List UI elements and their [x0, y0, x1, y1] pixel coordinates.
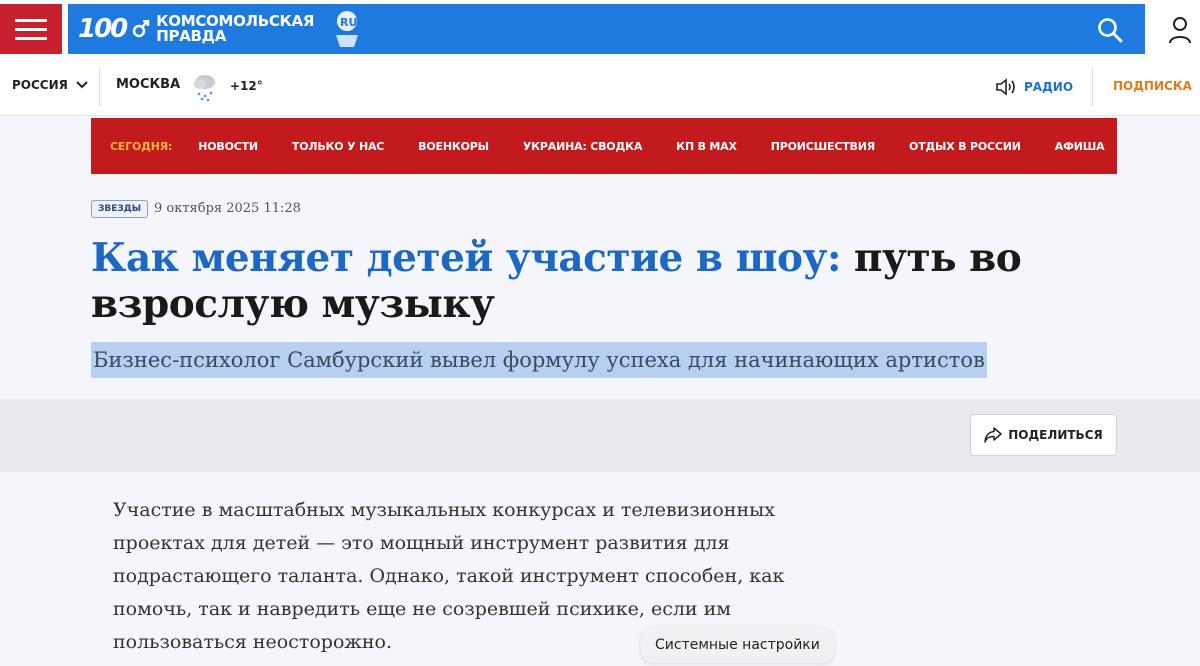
logo-badge: 100 [78, 14, 128, 44]
system-settings-tooltip: Системные настройки [641, 627, 834, 663]
nav-item-incidents[interactable]: ПРОИСШЕСТВИЯ [771, 140, 875, 153]
logo-text: Комсомольская правда [156, 14, 314, 44]
publish-date: 9 октября 2025 11:28 [154, 201, 301, 216]
site-logo[interactable]: 100 Комсомольская правда RU [78, 9, 362, 49]
nav-item-war-correspondents[interactable]: ВОЕНКОРЫ [418, 140, 489, 153]
article-subheadline: Бизнес-психолог Самбурский вывел формулу… [91, 342, 987, 378]
section-nav: СЕГОДНЯ: НОВОСТИ ТОЛЬКО У НАС ВОЕНКОРЫ У… [91, 118, 1117, 174]
hamburger-icon-line [15, 27, 47, 31]
category-tag[interactable]: ЗВЕЗДЫ [91, 200, 149, 218]
nav-item-exclusive[interactable]: ТОЛЬКО У НАС [292, 140, 384, 153]
hamburger-icon [15, 18, 47, 22]
hamburger-menu-button[interactable] [0, 4, 62, 54]
divider [99, 68, 100, 106]
nav-item-afisha[interactable]: АФИША [1055, 140, 1105, 153]
radio-label: РАДИО [1024, 80, 1074, 94]
nav-today-label: СЕГОДНЯ: [110, 139, 173, 153]
share-button[interactable]: ПОДЕЛИТЬСЯ [970, 414, 1117, 456]
divider [1092, 68, 1093, 106]
info-bar: РОССИЯ МОСКВА +12° РАДИО ПОДПИСКА [0, 58, 1200, 116]
region-label: РОССИЯ [12, 78, 68, 92]
radio-button[interactable]: РАДИО [996, 78, 1073, 96]
user-account-button[interactable] [1162, 12, 1198, 48]
hamburger-icon-line [15, 36, 47, 40]
share-arrow-icon [984, 427, 1002, 443]
share-label: ПОДЕЛИТЬСЯ [1008, 428, 1103, 442]
article-headline: Как меняет детей участие в шоу: путь во … [91, 235, 1131, 327]
user-icon [1169, 17, 1191, 44]
temperature: +12° [230, 79, 263, 93]
subscribe-link[interactable]: ПОДПИСКА [1113, 79, 1192, 93]
speaker-icon [996, 78, 1015, 96]
headline-highlight: Как меняет детей участие в шоу: [91, 235, 841, 281]
nav-item-news[interactable]: НОВОСТИ [198, 140, 258, 153]
logo-line2: правда [156, 27, 227, 45]
nav-item-kp-max[interactable]: КП В MAX [676, 140, 737, 153]
search-button[interactable] [1092, 12, 1128, 48]
logo-arrow-icon [133, 20, 150, 38]
logo-ru-icon: RU [336, 11, 359, 47]
logo-ru-text: RU [340, 16, 357, 29]
nav-item-ukraine-summary[interactable]: УКРАИНА: СВОДКА [523, 140, 643, 153]
rain-cloud-icon [194, 75, 215, 102]
nav-item-travel-russia[interactable]: ОТДЫХ В РОССИИ [909, 140, 1021, 153]
top-header: 100 Комсомольская правда RU [0, 0, 1200, 58]
city-label[interactable]: МОСКВА [116, 77, 180, 92]
chevron-down-icon [76, 81, 88, 89]
search-icon [1098, 18, 1123, 43]
region-selector[interactable]: РОССИЯ [12, 78, 88, 92]
